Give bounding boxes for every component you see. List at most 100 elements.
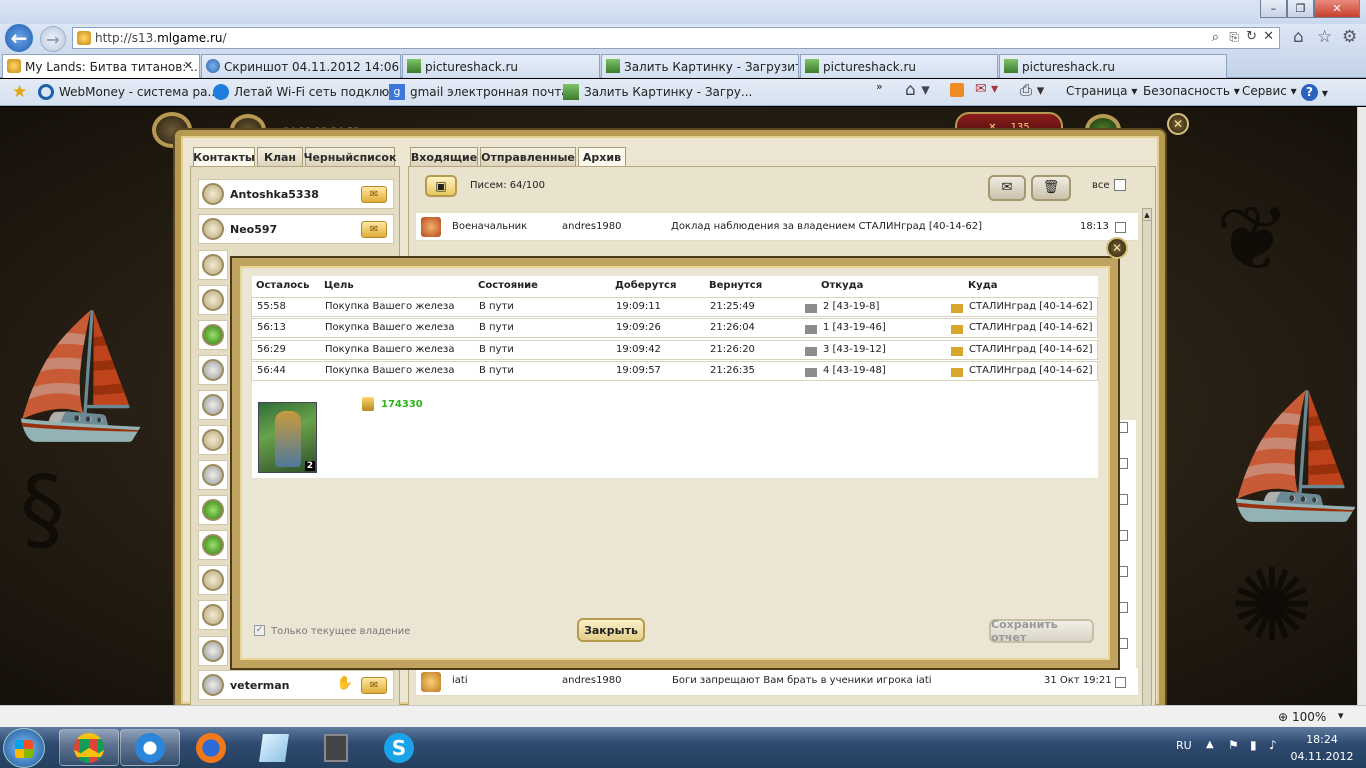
message-checkbox[interactable]: [1117, 530, 1128, 541]
cell-to[interactable]: СТАЛИНград [40-14-62]: [969, 344, 1092, 355]
message-checkbox[interactable]: [1115, 222, 1126, 233]
page-scrollbar[interactable]: [1357, 107, 1366, 705]
send-mail-icon[interactable]: ✉: [361, 186, 387, 203]
compat-icon[interactable]: ⎘: [1229, 30, 1239, 45]
tools-gear-icon[interactable]: ⚙: [1342, 27, 1357, 47]
cell-from[interactable]: 4 [43-19-48]: [823, 365, 886, 376]
fav-gmail[interactable]: g gmail электронная почта...: [389, 84, 580, 100]
zoom-level[interactable]: 100%: [1292, 710, 1326, 724]
contact-item[interactable]: [198, 355, 228, 385]
tab-contacts[interactable]: Контакты: [193, 147, 255, 166]
maximize-button[interactable]: ❐: [1287, 0, 1314, 18]
contact-item[interactable]: [198, 425, 228, 455]
close-button[interactable]: Закрыть: [577, 618, 645, 642]
table-row[interactable]: 56:29 Покупка Вашего железа В пути 19:09…: [251, 340, 1098, 360]
message-checkbox[interactable]: [1115, 677, 1126, 688]
contact-item[interactable]: [198, 530, 228, 560]
save-report-button[interactable]: Сохранить отчет: [989, 618, 1094, 644]
favorites-star-icon[interactable]: ★: [12, 82, 27, 102]
table-row[interactable]: 55:58 Покупка Вашего железа В пути 19:09…: [251, 297, 1098, 317]
contact-item[interactable]: [198, 390, 228, 420]
cell-to[interactable]: СТАЛИНград [40-14-62]: [969, 301, 1092, 312]
close-dialog-icon[interactable]: ✕: [1106, 237, 1128, 259]
cell-to[interactable]: СТАЛИНград [40-14-62]: [969, 322, 1092, 333]
forward-arrow-icon[interactable]: →: [40, 26, 66, 52]
open-mail-icon[interactable]: ✉: [988, 175, 1026, 201]
message-row[interactable]: iati andres1980 Боги запрещают Вам брать…: [416, 668, 1138, 696]
fav-zalit[interactable]: Залить Картинку - Загру...: [563, 84, 752, 100]
contact-item[interactable]: [198, 285, 228, 315]
contact-item[interactable]: [198, 600, 228, 630]
taskbar-calculator[interactable]: [306, 729, 366, 766]
message-checkbox[interactable]: [1117, 638, 1128, 649]
send-mail-icon[interactable]: ✉: [361, 221, 387, 238]
archive-chest-icon[interactable]: ▣: [425, 175, 457, 197]
cell-from[interactable]: 3 [43-19-12]: [823, 344, 886, 355]
tray-time[interactable]: 18:24: [1298, 733, 1346, 746]
help-menu[interactable]: ? ▾: [1301, 84, 1328, 101]
tab-sent[interactable]: Отправленные: [480, 147, 576, 166]
flag-icon[interactable]: ⚑: [1228, 738, 1239, 752]
taskbar-ie[interactable]: [120, 729, 180, 766]
volume-icon[interactable]: ♪: [1269, 738, 1277, 752]
service-menu[interactable]: Сервис ▾: [1242, 84, 1297, 98]
more-favorites-icon[interactable]: »: [876, 80, 883, 93]
contact-item[interactable]: [198, 460, 228, 490]
tab-blacklist[interactable]: Черныйсписок: [304, 147, 396, 166]
tab-pictureshack-1[interactable]: pictureshack.ru: [402, 54, 600, 78]
table-row[interactable]: 56:13 Покупка Вашего железа В пути 19:09…: [251, 318, 1098, 338]
table-row[interactable]: 56:44 Покупка Вашего железа В пути 19:09…: [251, 361, 1098, 381]
zoom-dropdown-icon[interactable]: ▾: [1338, 709, 1344, 722]
minimize-button[interactable]: –: [1260, 0, 1287, 18]
home-icon[interactable]: ⌂: [1293, 27, 1304, 47]
tab-zalit[interactable]: Залить Картинку - Загрузить ...: [601, 54, 799, 78]
tab-clan[interactable]: Клан: [257, 147, 303, 166]
mail-icon[interactable]: ✉ ▾: [975, 81, 998, 97]
home-icon[interactable]: ⌂ ▾: [905, 80, 930, 100]
contact-item[interactable]: [198, 250, 228, 280]
tab-pictureshack-2[interactable]: pictureshack.ru: [800, 54, 998, 78]
start-orb-icon[interactable]: [3, 728, 45, 768]
rss-icon[interactable]: [950, 83, 964, 97]
taskbar-chrome[interactable]: [59, 729, 119, 766]
contact-item[interactable]: [198, 565, 228, 595]
message-checkbox[interactable]: [1117, 494, 1128, 505]
taskbar-skype[interactable]: S: [369, 729, 429, 766]
close-window-button[interactable]: ✕: [1314, 0, 1360, 18]
tab-screenshot[interactable]: Скриншот 04.11.2012 14:06 :: f...: [201, 54, 401, 78]
taskbar-notes[interactable]: [244, 729, 304, 766]
favorites-star-icon[interactable]: ☆: [1317, 27, 1332, 47]
contact-item[interactable]: [198, 320, 228, 350]
tray-date[interactable]: 04.11.2012: [1289, 750, 1355, 763]
language-indicator[interactable]: RU: [1176, 739, 1192, 752]
message-checkbox[interactable]: [1117, 422, 1128, 433]
search-icon[interactable]: ⌕: [1212, 30, 1219, 45]
fav-webmoney[interactable]: WebMoney - система ра...: [38, 84, 219, 100]
contact-item[interactable]: Antoshka5338 ✉: [198, 179, 394, 209]
handshake-icon[interactable]: ✋: [337, 676, 353, 691]
tab-mylands[interactable]: My Lands: Битва титанов: ... ✕: [2, 54, 200, 78]
back-arrow-icon[interactable]: ←: [3, 22, 35, 54]
message-checkbox[interactable]: [1117, 458, 1128, 469]
message-checkbox[interactable]: [1117, 602, 1128, 613]
tab-pictureshack-3[interactable]: pictureshack.ru: [999, 54, 1227, 78]
select-all-checkbox[interactable]: [1114, 179, 1126, 191]
print-icon[interactable]: ⎙ ▾: [1020, 81, 1044, 99]
contact-item[interactable]: [198, 636, 228, 666]
tab-archive[interactable]: Архив: [578, 147, 626, 166]
stop-icon[interactable]: ✕: [1263, 29, 1274, 44]
safety-menu[interactable]: Безопасность ▾: [1143, 84, 1240, 98]
taskbar-firefox[interactable]: [181, 729, 241, 766]
mail-scrollbar[interactable]: ▲: [1142, 208, 1152, 706]
tab-inbox[interactable]: Входящие: [410, 147, 478, 166]
address-bar[interactable]: http://s13. mlgame.ru / ⌕ ⎘ ↻ ✕: [72, 27, 1280, 49]
close-tab-icon[interactable]: ✕: [184, 59, 193, 72]
message-checkbox[interactable]: [1117, 566, 1128, 577]
contact-item[interactable]: Neo597 ✉: [198, 214, 394, 244]
cell-from[interactable]: 1 [43-19-46]: [823, 322, 886, 333]
contact-item[interactable]: [198, 495, 228, 525]
tray-expand-icon[interactable]: ▲: [1206, 739, 1214, 750]
fav-wifi[interactable]: Летай Wi-Fi сеть подклю...: [213, 84, 401, 100]
refresh-icon[interactable]: ↻: [1246, 29, 1257, 44]
contact-item[interactable]: veterman ✋ ✉: [198, 670, 394, 700]
